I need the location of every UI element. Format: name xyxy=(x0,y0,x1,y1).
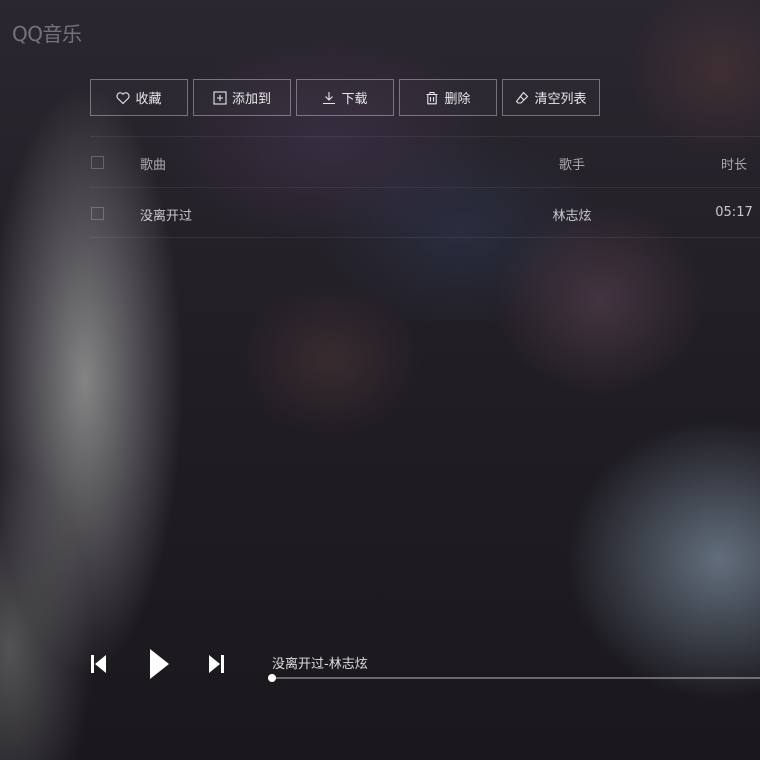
clear-list-button-label: 清空列表 xyxy=(534,92,587,107)
clear-list-button[interactable]: 清空列表 xyxy=(502,79,600,116)
delete-button-label: 删除 xyxy=(444,92,471,107)
song-list: 歌曲 歌手 时长 没离开过 林志炫 05:17 xyxy=(90,136,760,238)
column-header-duration[interactable]: 时长 xyxy=(704,154,760,173)
row-checkbox[interactable] xyxy=(91,207,104,220)
table-row[interactable]: 没离开过 林志炫 05:17 xyxy=(90,187,760,238)
song-duration: 05:17 xyxy=(715,205,753,220)
play-icon[interactable] xyxy=(148,648,170,680)
table-header-row: 歌曲 歌手 时长 xyxy=(90,136,760,187)
column-header-song[interactable]: 歌曲 xyxy=(140,154,166,173)
collect-button[interactable]: 收藏 xyxy=(90,79,188,116)
select-all-checkbox[interactable] xyxy=(91,156,104,169)
eraser-icon xyxy=(515,91,529,105)
add-to-button-label: 添加到 xyxy=(231,92,271,107)
song-title[interactable]: 没离开过 xyxy=(140,205,192,224)
progress-handle[interactable] xyxy=(268,674,276,682)
download-icon xyxy=(322,91,336,105)
download-button-label: 下载 xyxy=(341,92,368,107)
toolbar: 收藏 添加到 下载 删除 清空列表 xyxy=(90,79,600,116)
add-box-icon xyxy=(213,90,227,105)
download-button[interactable]: 下载 xyxy=(296,79,394,116)
progress-bar[interactable] xyxy=(268,674,760,682)
next-icon[interactable] xyxy=(207,654,225,674)
app-logo: QQ音乐 xyxy=(12,22,82,46)
song-artist[interactable]: 林志炫 xyxy=(552,205,592,224)
trash-icon xyxy=(425,91,439,105)
heart-icon xyxy=(116,91,131,105)
add-to-button[interactable]: 添加到 xyxy=(193,79,291,116)
prev-icon[interactable] xyxy=(90,654,108,674)
collect-button-label: 收藏 xyxy=(135,92,162,107)
column-header-artist[interactable]: 歌手 xyxy=(552,154,592,173)
delete-button[interactable]: 删除 xyxy=(399,79,497,116)
